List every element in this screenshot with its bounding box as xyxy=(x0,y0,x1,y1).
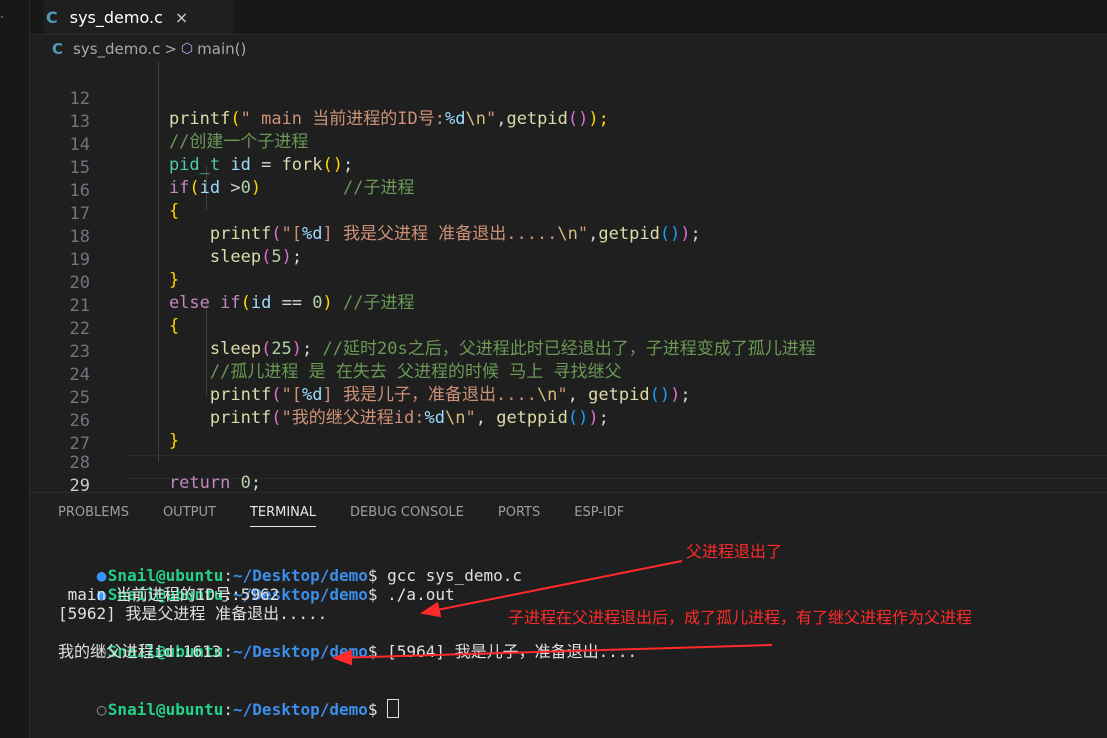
annotation-arrow xyxy=(332,644,773,666)
annotation-arrow xyxy=(420,560,683,618)
annotation-arrows xyxy=(332,560,773,666)
